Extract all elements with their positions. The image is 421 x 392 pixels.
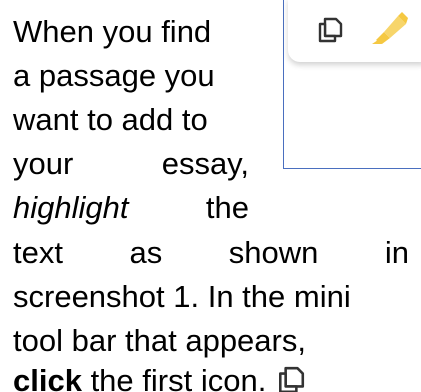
- word-highlight: highlight: [13, 190, 129, 225]
- word-in: in: [384, 235, 409, 270]
- instruction-line-5: highlight the: [13, 189, 249, 227]
- word-shown: shown: [228, 235, 319, 270]
- highlighter-icon[interactable]: [368, 10, 408, 46]
- word-your: your: [13, 146, 74, 181]
- instruction-line-7: screenshot 1. In the mini: [13, 279, 351, 314]
- instruction-line-2: a passage you: [13, 58, 215, 93]
- instruction-line-4: your essay,: [13, 145, 249, 183]
- word-as: as: [129, 235, 163, 270]
- word-click: click: [13, 363, 82, 392]
- instruction-line-9: click the first icon.: [13, 362, 409, 392]
- instruction-line-6: text as shown in: [13, 234, 409, 272]
- word-essay: essay,: [161, 146, 249, 181]
- screenshot-preview: [283, 0, 421, 169]
- instruction-line-8: tool bar that appears,: [13, 323, 306, 358]
- line-9-rest: the first icon.: [81, 363, 267, 392]
- instruction-line-1: When you find: [13, 14, 212, 49]
- instruction-line-3: want to add to: [13, 102, 208, 137]
- word-the: the: [205, 190, 249, 225]
- instruction-page: When you find a passage you want to add …: [0, 0, 421, 392]
- copy-icon: [279, 366, 305, 392]
- copy-icon[interactable]: [316, 16, 344, 44]
- mini-toolbar: [288, 0, 421, 62]
- word-text: text: [13, 235, 63, 270]
